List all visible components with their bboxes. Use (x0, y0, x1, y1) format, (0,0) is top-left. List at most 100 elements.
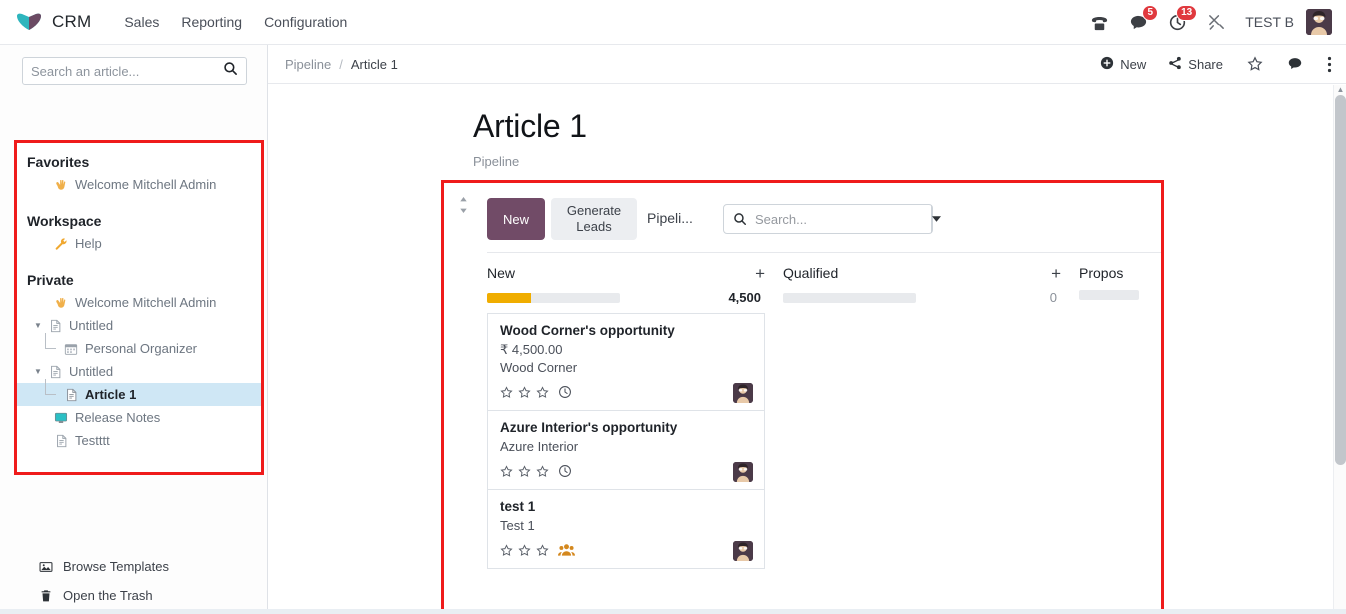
breadcrumb-article-1[interactable]: Article 1 (351, 57, 398, 72)
kanban-card-customer: Wood Corner (500, 360, 578, 375)
embedded-kanban-view: New Generate Leads Pipeli... Search... N… (444, 183, 1161, 614)
tree-item-help[interactable]: Help (17, 232, 261, 255)
share-button-label: Share (1188, 56, 1223, 72)
kanban-search-box[interactable] (722, 204, 941, 234)
user-name[interactable]: TEST B (1245, 14, 1294, 30)
kanban-column-progress: 4,500 (487, 290, 765, 305)
embedded-kanban-view-highlight: New Generate Leads Pipeli... Search... N… (441, 180, 1164, 614)
priority-stars[interactable] (500, 385, 549, 399)
kanban-card-title: test 1 (500, 499, 536, 514)
kanban-column-progress (1079, 290, 1161, 300)
document-scroll-area: Article 1 Pipeline New Generate Leads Pi… (268, 84, 1346, 614)
kanban-card-customer: Test 1 (500, 518, 535, 533)
document-icon (45, 319, 65, 333)
kanban-column-total: 4,500 (728, 290, 761, 305)
window-bottom-strip (0, 609, 1346, 614)
kanban-card[interactable]: Wood Corner's opportunity ₹ 4,500.00 Woo… (487, 313, 765, 411)
tree-item-personal-organizer[interactable]: Personal Organizer (17, 333, 261, 360)
plus-icon[interactable]: + (1051, 265, 1061, 282)
nav-item-configuration[interactable]: Configuration (253, 8, 358, 36)
tree-item-label: Article 1 (85, 387, 137, 402)
star-outline-icon[interactable] (1247, 56, 1263, 72)
clock-icon[interactable] (558, 464, 572, 478)
search-input[interactable] (31, 63, 223, 79)
tree-item-article-1[interactable]: Article 1 (17, 379, 261, 406)
plus-circle-icon (1100, 56, 1114, 73)
tree-item-label: Release Notes (75, 410, 161, 425)
app-name[interactable]: CRM (52, 12, 91, 32)
phone-icon[interactable] (1088, 11, 1110, 33)
kanban-card-footer (500, 540, 752, 560)
priority-stars[interactable] (500, 543, 549, 557)
tree-item-release-notes[interactable]: Release Notes (17, 406, 261, 429)
share-button[interactable]: Share (1168, 56, 1223, 73)
kanban-board: New + 4,500 Wood Corner's opportunity ₹ … (487, 259, 1161, 614)
sidebar-article-tree-highlight: Favorites Welcome Mitchell Admin Workspa… (14, 140, 264, 475)
tree-item-favorites-welcome[interactable]: Welcome Mitchell Admin (17, 173, 261, 196)
tree-item-label: Testttt (75, 433, 110, 448)
scroll-up-arrow-icon[interactable]: ▲ (1336, 85, 1345, 94)
search-icon[interactable] (223, 61, 238, 81)
wave-emoji-icon (51, 296, 71, 310)
tree-item-label: Personal Organizer (85, 341, 197, 356)
kanban-search-dropdown-toggle[interactable] (930, 205, 941, 233)
tree-item-untitled-2[interactable]: ▼ Untitled (17, 360, 261, 383)
clock-icon[interactable] (558, 385, 572, 399)
trash-icon (36, 589, 56, 603)
tree-item-label: Help (75, 236, 102, 251)
plus-icon[interactable]: + (755, 265, 765, 282)
users-icon[interactable] (558, 543, 575, 557)
nav-item-reporting[interactable]: Reporting (170, 8, 253, 36)
kanban-generate-leads-button[interactable]: Generate Leads (551, 198, 638, 240)
nav-item-sales[interactable]: Sales (113, 8, 170, 36)
page-title: Article 1 (473, 108, 587, 144)
tree-connector (39, 379, 61, 406)
kanban-card[interactable]: Azure Interior's opportunity Azure Inter… (487, 411, 765, 490)
monitor-icon (51, 411, 71, 425)
wrench-icon (51, 237, 71, 251)
page-subtitle: Pipeline (473, 154, 520, 169)
tree-item-label: Welcome Mitchell Admin (75, 295, 217, 310)
caret-down-icon[interactable]: ▼ (31, 367, 45, 376)
section-title-workspace: Workspace (27, 213, 102, 229)
drag-updown-icon[interactable] (456, 197, 470, 213)
tree-item-label: Untitled (69, 318, 114, 333)
chat-icon[interactable]: 5 (1127, 5, 1159, 33)
avatar[interactable] (1306, 9, 1332, 35)
scrollbar-thumb[interactable] (1335, 95, 1346, 465)
kanban-column-proposition: Propos (1079, 259, 1161, 614)
top-navbar: CRM Sales Reporting Configuration 5 13 T… (0, 0, 1346, 45)
kanban-card-avatar[interactable] (733, 462, 753, 482)
image-icon (36, 560, 56, 574)
tools-icon[interactable] (1205, 11, 1227, 33)
vertical-scrollbar[interactable]: ▲ (1333, 85, 1346, 614)
calendar-icon (61, 342, 81, 356)
kanban-new-button[interactable]: New (487, 198, 546, 240)
tree-item-testttt[interactable]: Testttt (17, 429, 261, 452)
progress-bar[interactable] (783, 292, 916, 303)
activity-clock-icon[interactable]: 13 (1166, 5, 1198, 33)
tree-item-label: Welcome Mitchell Admin (75, 177, 217, 192)
kanban-card-footer (500, 461, 752, 481)
tree-item-untitled-1[interactable]: ▼ Untitled (17, 314, 261, 337)
open-trash-button[interactable]: Open the Trash (0, 581, 268, 610)
new-button[interactable]: New (1100, 56, 1146, 73)
tree-item-private-welcome[interactable]: Welcome Mitchell Admin (17, 291, 261, 314)
kanban-column-title: Propos (1079, 265, 1124, 281)
kanban-column-title: Qualified (783, 265, 839, 281)
kanban-card-avatar[interactable] (733, 541, 753, 561)
caret-down-icon[interactable]: ▼ (31, 321, 45, 330)
priority-stars[interactable] (500, 464, 549, 478)
breadcrumb-pipeline[interactable]: Pipeline (285, 57, 331, 72)
kanban-column-header: Propos (1079, 259, 1161, 287)
progress-bar[interactable] (1079, 290, 1139, 300)
vertical-dots-icon[interactable] (1327, 56, 1332, 73)
kanban-card-avatar[interactable] (733, 383, 753, 403)
comment-icon[interactable] (1287, 56, 1303, 72)
kanban-card[interactable]: test 1 Test 1 (487, 490, 765, 569)
kanban-search-input[interactable] (746, 211, 931, 227)
progress-bar[interactable] (487, 292, 620, 303)
search-box[interactable] (22, 57, 247, 85)
odoo-logo-icon[interactable] (14, 9, 44, 35)
browse-templates-button[interactable]: Browse Templates (0, 552, 268, 581)
